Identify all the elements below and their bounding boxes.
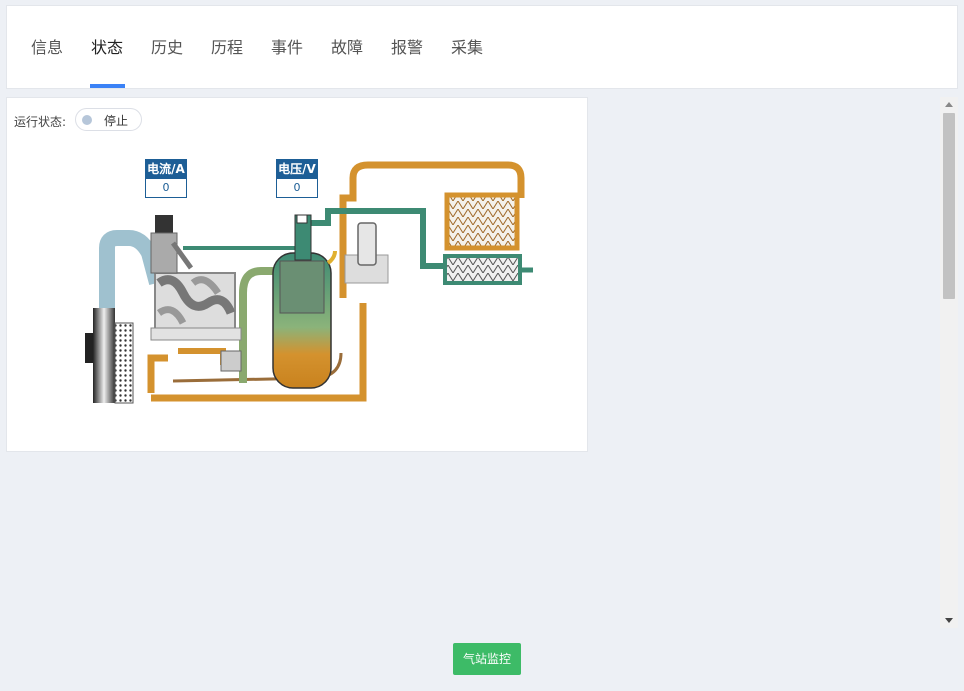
vertical-scrollbar[interactable] (940, 97, 958, 628)
tab-bar: 信息 状态 历史 历程 事件 故障 报警 采集 (6, 5, 958, 89)
tab-events[interactable]: 事件 (271, 6, 303, 90)
tab-status[interactable]: 状态 (91, 6, 123, 90)
tab-info[interactable]: 信息 (31, 6, 63, 90)
run-status-toggle[interactable]: 停止 (75, 108, 142, 131)
tab-history[interactable]: 历史 (151, 6, 183, 90)
run-status-value: 停止 (104, 114, 129, 128)
compressor-diagram (85, 161, 533, 404)
station-monitor-button[interactable]: 气站监控 (453, 643, 521, 675)
tab-course[interactable]: 历程 (211, 6, 243, 90)
scroll-thumb[interactable] (943, 113, 955, 299)
active-tab-indicator (90, 84, 125, 88)
tab-alarms[interactable]: 报警 (391, 6, 423, 90)
scroll-up-icon[interactable] (945, 102, 953, 107)
tab-faults[interactable]: 故障 (331, 6, 363, 90)
status-panel: 运行状态: 停止 电流/A 0 电压/V 0 (6, 97, 588, 452)
tab-collect[interactable]: 采集 (451, 6, 483, 90)
run-status-label: 运行状态: (14, 115, 67, 129)
status-indicator-icon (82, 115, 92, 125)
scroll-down-icon[interactable] (945, 618, 953, 623)
